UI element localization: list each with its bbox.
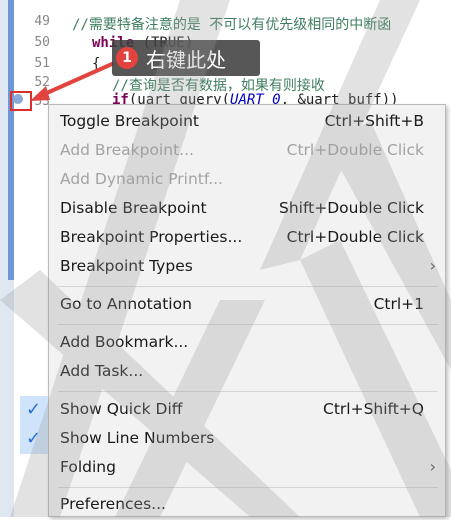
menu-item-label: Folding xyxy=(60,458,116,476)
menu-item-breakpoint-types[interactable]: Breakpoint Types › xyxy=(50,253,444,282)
menu-item-toggle-breakpoint[interactable]: Toggle Breakpoint Ctrl+Shift+B xyxy=(50,108,444,137)
check-column: ✓ xyxy=(20,396,48,425)
menu-item-add-breakpoint[interactable]: Add Breakpoint... Ctrl+Double Click xyxy=(50,137,444,166)
menu-item-label: Breakpoint Properties... xyxy=(60,228,243,246)
menu-item-shortcut: Ctrl+Shift+B xyxy=(324,112,424,130)
menu-separator xyxy=(58,391,438,392)
menu-item-shortcut: Ctrl+Double Click xyxy=(286,228,424,246)
callout-text: 右键此处 xyxy=(146,48,226,72)
menu-item-label: Add Bookmark... xyxy=(60,333,189,351)
menu-item-label: Toggle Breakpoint xyxy=(60,112,199,130)
context-menu: Toggle Breakpoint Ctrl+Shift+B Add Break… xyxy=(20,104,446,520)
menu-item-folding[interactable]: Folding › xyxy=(50,454,444,483)
menu-item-label: Breakpoint Types xyxy=(60,257,193,275)
menu-item-show-quick-diff[interactable]: ✓ Show Quick Diff Ctrl+Shift+Q xyxy=(20,396,444,425)
menu-item-label: Disable Breakpoint xyxy=(60,199,207,217)
menu-separator xyxy=(58,324,438,325)
menu-item-add-dynamic-printf[interactable]: Add Dynamic Printf... xyxy=(50,166,444,195)
menu-item-label: Go to Annotation xyxy=(60,295,192,313)
menu-separator xyxy=(58,487,438,488)
menu-item-go-to-annotation[interactable]: Go to Annotation Ctrl+1 xyxy=(50,291,444,320)
check-column: ✓ xyxy=(20,425,48,454)
menu-item-label: Preferences... xyxy=(60,495,166,513)
checkmark-icon: ✓ xyxy=(26,399,42,420)
menu-item-add-bookmark[interactable]: Add Bookmark... xyxy=(50,329,444,358)
chevron-right-icon: › xyxy=(429,457,436,476)
checkmark-icon: ✓ xyxy=(26,428,42,449)
chevron-right-icon: › xyxy=(429,256,436,275)
menu-item-shortcut: Ctrl+Double Click xyxy=(286,141,424,159)
menu-item-label: Show Line Numbers xyxy=(60,429,215,447)
menu-item-label: Add Task... xyxy=(60,362,144,380)
arrow-head xyxy=(30,86,50,101)
arrow-shaft xyxy=(38,62,114,98)
menu-item-add-task[interactable]: Add Task... xyxy=(50,358,444,387)
menu-item-shortcut: Ctrl+Shift+Q xyxy=(323,400,424,418)
menu-separator xyxy=(58,286,438,287)
menu-item-label: Show Quick Diff xyxy=(60,400,183,418)
menu-item-shortcut: Shift+Double Click xyxy=(278,199,424,217)
menu-item-label: Add Breakpoint... xyxy=(60,141,194,159)
menu-item-breakpoint-properties[interactable]: Breakpoint Properties... Ctrl+Double Cli… xyxy=(50,224,444,253)
menu-item-shortcut: Ctrl+1 xyxy=(373,295,424,313)
menu-item-label: Add Dynamic Printf... xyxy=(60,170,223,188)
callout-number-badge: 1 xyxy=(116,47,138,69)
menu-item-preferences[interactable]: Preferences... xyxy=(50,491,444,520)
menu-item-show-line-numbers[interactable]: ✓ Show Line Numbers xyxy=(20,425,444,454)
menu-item-disable-breakpoint[interactable]: Disable Breakpoint Shift+Double Click xyxy=(50,195,444,224)
